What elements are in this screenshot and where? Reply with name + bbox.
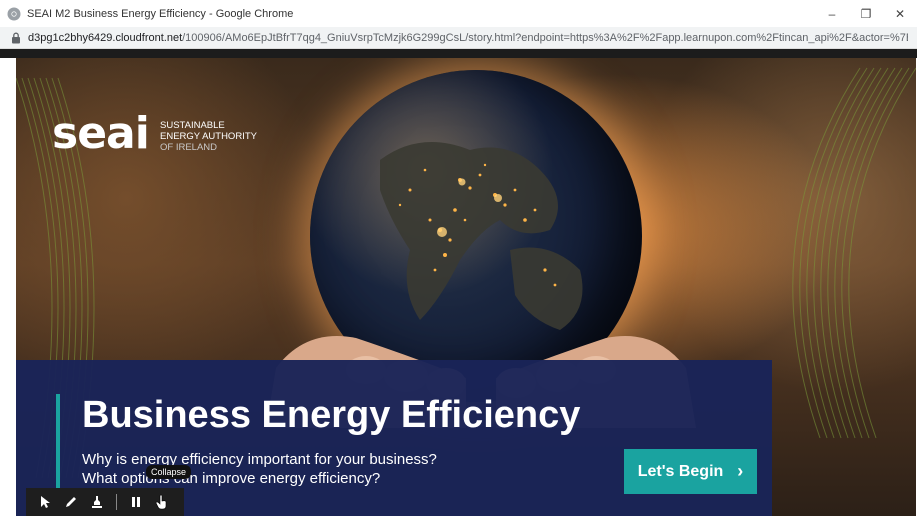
chevron-right-icon: › <box>737 461 744 481</box>
lock-icon <box>9 31 23 45</box>
chrome-icon <box>7 7 21 20</box>
pen-icon[interactable] <box>60 491 82 513</box>
hand-cursor-icon[interactable] <box>151 491 173 513</box>
url-text[interactable]: d3pg1c2bhy6429.cloudfront.net/100906/AMo… <box>28 32 908 44</box>
logo-tagline: SUSTAINABLE ENERGY AUTHORITY OF IRELAND <box>160 120 257 153</box>
pointer-icon[interactable] <box>34 491 56 513</box>
annotation-toolbar <box>26 488 184 516</box>
lets-begin-label: Let's Begin <box>637 462 724 480</box>
logo-wordmark: seai <box>52 108 150 159</box>
course-slide: seai SUSTAINABLE ENERGY AUTHORITY OF IRE… <box>16 58 916 516</box>
slide-headline: Business Energy Efficiency <box>82 394 581 436</box>
window-controls: – ❐ ✕ <box>815 0 917 27</box>
toolbar-divider <box>116 494 117 510</box>
logo-tagline-line: ENERGY AUTHORITY <box>160 131 257 142</box>
minimize-button[interactable]: – <box>815 0 849 27</box>
accent-bar <box>56 394 60 494</box>
window-title: SEAI M2 Business Energy Efficiency - Goo… <box>27 7 294 20</box>
url-host: d3pg1c2bhy6429.cloudfront.net <box>28 31 183 44</box>
restore-button[interactable]: ❐ <box>849 0 883 27</box>
logo-tagline-line: OF IRELAND <box>160 142 218 153</box>
url-path: /100906/AMo6EpJtBfrT7qg4_GniuVsrpTcMzjk6… <box>182 31 908 44</box>
logo-tagline-line: SUSTAINABLE <box>160 120 225 131</box>
lets-begin-button[interactable]: Let's Begin › <box>624 449 757 494</box>
close-button[interactable]: ✕ <box>883 0 917 27</box>
player-top-strip <box>0 49 917 58</box>
address-bar[interactable]: d3pg1c2bhy6429.cloudfront.net/100906/AMo… <box>0 27 917 49</box>
slide-question-1: Why is energy efficiency important for y… <box>82 451 437 468</box>
pause-icon[interactable] <box>125 491 147 513</box>
collapse-tooltip: Collapse <box>146 465 192 479</box>
slide-question-2: What options can improve energy efficien… <box>82 470 381 487</box>
highlighter-icon[interactable] <box>86 491 108 513</box>
browser-titlebar: SEAI M2 Business Energy Efficiency - Goo… <box>0 0 917 27</box>
seai-logo: seai SUSTAINABLE ENERGY AUTHORITY OF IRE… <box>52 106 257 166</box>
